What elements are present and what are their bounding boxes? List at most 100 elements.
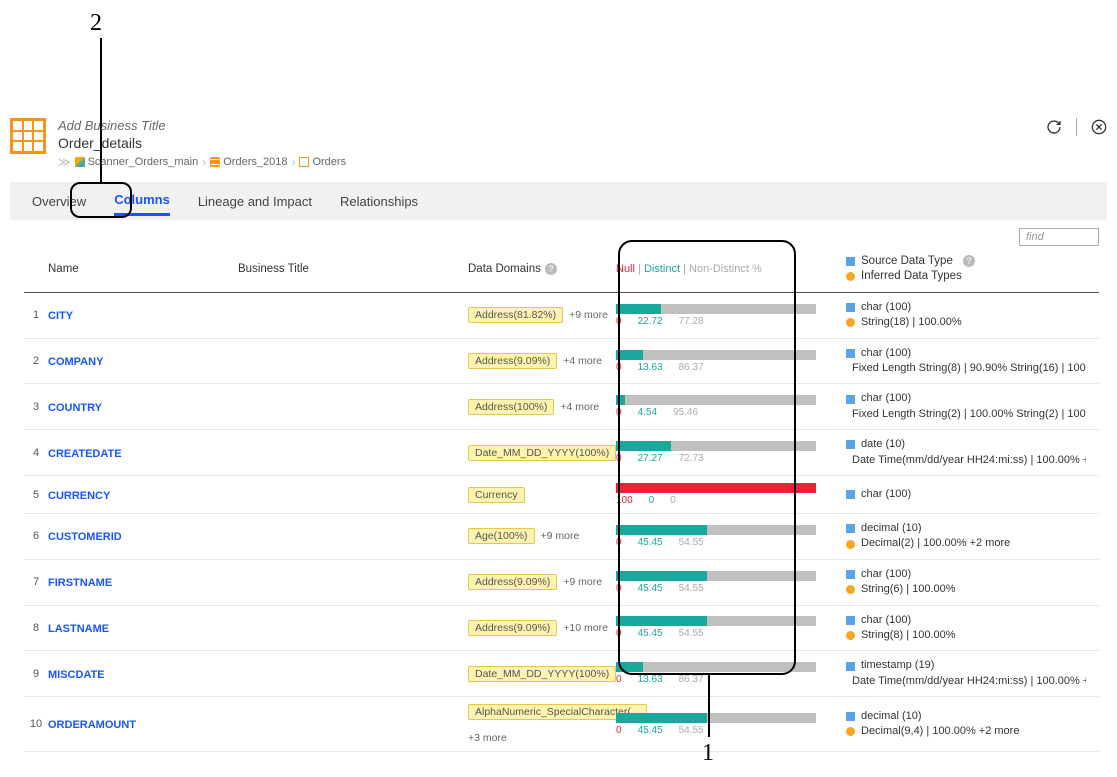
- source-type-value: timestamp (19): [861, 658, 934, 673]
- distinct-value: 45.45: [638, 583, 663, 594]
- column-name-link[interactable]: CUSTOMERID: [48, 531, 122, 543]
- data-domain-more[interactable]: +4 more: [560, 401, 599, 413]
- inferred-type-icon: [846, 631, 855, 640]
- null-value: 0: [616, 362, 622, 373]
- types-cell: char (100) String(6) | 100.00%: [846, 567, 1086, 598]
- col-header-types: Source Data Type? Inferred Data Types: [846, 254, 1086, 284]
- types-cell: date (10) Date Time(mm/dd/year HH24:mi:s…: [846, 437, 1086, 468]
- types-cell: char (100) String(8) | 100.00%: [846, 613, 1086, 644]
- tab-lineage[interactable]: Lineage and Impact: [198, 188, 312, 215]
- data-domain-tag[interactable]: Address(9.09%): [468, 353, 557, 369]
- inferred-type-icon: [846, 540, 855, 549]
- inferred-type-value: Decimal(2) | 100.00% +2 more: [861, 536, 1010, 551]
- close-button[interactable]: [1091, 119, 1107, 135]
- data-domains-cell: AlphaNumeric_SpecialCharacter(... +3 mor…: [468, 704, 616, 744]
- null-value: 0: [616, 453, 622, 464]
- inferred-type-value: String(18) | 100.00%: [861, 315, 962, 330]
- source-type-icon: [846, 440, 855, 449]
- nondistinct-value: 0: [670, 495, 676, 506]
- nondistinct-value: 72.73: [679, 453, 704, 464]
- row-index: 8: [24, 622, 48, 634]
- find-input[interactable]: find: [1019, 228, 1099, 246]
- data-domain-tag[interactable]: Currency: [468, 487, 525, 503]
- source-type-icon: [846, 349, 855, 358]
- data-domain-tag[interactable]: Address(81.82%): [468, 307, 563, 323]
- data-domain-more[interactable]: +9 more: [569, 309, 608, 321]
- source-type-value: decimal (10): [861, 709, 922, 724]
- null-distinct-cell: 0 22.72 77.28: [616, 304, 816, 327]
- source-type-icon: [846, 395, 855, 404]
- breadcrumb-item[interactable]: Scanner_Orders_main: [75, 156, 199, 168]
- data-domains-cell: Date_MM_DD_YYYY(100%): [468, 666, 616, 682]
- null-distinct-bar: [616, 571, 816, 581]
- row-index: 4: [24, 447, 48, 459]
- source-type-icon: [846, 712, 855, 721]
- distinct-value: 22.72: [638, 316, 663, 327]
- inferred-type-value: Fixed Length String(2) | 100.00% String(…: [852, 407, 1086, 422]
- null-distinct-bar: [616, 713, 816, 723]
- tab-columns[interactable]: Columns: [114, 186, 170, 216]
- column-name-link[interactable]: ORDERAMOUNT: [48, 719, 136, 731]
- nondistinct-value: 86.37: [679, 362, 704, 373]
- tab-relationships[interactable]: Relationships: [340, 188, 418, 215]
- data-domains-cell: Address(100%) +4 more: [468, 399, 616, 415]
- inferred-type-icon: [846, 318, 855, 327]
- help-icon[interactable]: ?: [545, 263, 557, 275]
- types-cell: decimal (10) Decimal(9,4) | 100.00% +2 m…: [846, 709, 1086, 740]
- null-distinct-bar: [616, 662, 816, 672]
- source-type-icon: [846, 524, 855, 533]
- nondistinct-value: 54.55: [679, 583, 704, 594]
- null-value: 0: [616, 316, 622, 327]
- column-name-link[interactable]: COUNTRY: [48, 402, 102, 414]
- data-domains-cell: Date_MM_DD_YYYY(100%): [468, 445, 616, 461]
- null-value: 100: [616, 495, 633, 506]
- table-asset-icon: [10, 118, 46, 154]
- help-icon[interactable]: ?: [963, 255, 975, 267]
- null-value: 0: [616, 583, 622, 594]
- data-domain-tag[interactable]: Address(100%): [468, 399, 554, 415]
- business-title-input[interactable]: Add Business Title: [58, 118, 1046, 133]
- data-domain-more[interactable]: +4 more: [563, 355, 602, 367]
- row-index: 9: [24, 668, 48, 680]
- nondistinct-value: 95.46: [673, 407, 698, 418]
- table-row: 9 MISCDATE Date_MM_DD_YYYY(100%) 0 13.63…: [24, 651, 1099, 697]
- data-domain-more[interactable]: +9 more: [563, 576, 602, 588]
- data-domain-more[interactable]: +9 more: [541, 530, 580, 542]
- null-value: 0: [616, 537, 622, 548]
- data-domain-tag[interactable]: Date_MM_DD_YYYY(100%): [468, 666, 616, 682]
- table-row: 1 CITY Address(81.82%) +9 more 0 22.72 7…: [24, 293, 1099, 339]
- data-domain-more[interactable]: +10 more: [563, 622, 608, 634]
- column-name-link[interactable]: CREATEDATE: [48, 448, 122, 460]
- column-name-link[interactable]: LASTNAME: [48, 623, 109, 635]
- data-domain-more[interactable]: +3 more: [468, 732, 507, 744]
- source-type-icon: [846, 490, 855, 499]
- data-domain-tag[interactable]: Date_MM_DD_YYYY(100%): [468, 445, 616, 461]
- refresh-button[interactable]: [1046, 119, 1062, 135]
- callout-label-2: 2: [90, 10, 102, 37]
- null-distinct-bar: [616, 441, 816, 451]
- row-index: 1: [24, 309, 48, 321]
- source-type-icon: [846, 570, 855, 579]
- column-name-link[interactable]: CITY: [48, 310, 73, 322]
- column-name-link[interactable]: MISCDATE: [48, 669, 105, 681]
- source-type-value: char (100): [861, 567, 911, 582]
- null-distinct-cell: 0 4.54 95.46: [616, 395, 816, 418]
- source-type-value: char (100): [861, 300, 911, 315]
- null-distinct-bar: [616, 304, 816, 314]
- null-distinct-cell: 0 45.45 54.55: [616, 571, 816, 594]
- column-name-link[interactable]: FIRSTNAME: [48, 577, 112, 589]
- row-index: 5: [24, 489, 48, 501]
- breadcrumb-item[interactable]: Orders_2018: [210, 156, 287, 168]
- data-domains-cell: Address(9.09%) +9 more: [468, 574, 616, 590]
- breadcrumb-item[interactable]: Orders: [299, 156, 346, 168]
- data-domain-tag[interactable]: Address(9.09%): [468, 574, 557, 590]
- col-header-data-domains: Data Domains?: [468, 263, 616, 275]
- data-domain-tag[interactable]: Address(9.09%): [468, 620, 557, 636]
- nondistinct-value: 54.55: [679, 537, 704, 548]
- column-name-link[interactable]: COMPANY: [48, 356, 103, 368]
- types-cell: decimal (10) Decimal(2) | 100.00% +2 mor…: [846, 521, 1086, 552]
- column-name-link[interactable]: CURRENCY: [48, 490, 110, 502]
- data-domain-tag[interactable]: Age(100%): [468, 528, 535, 544]
- data-domains-cell: Currency: [468, 487, 616, 503]
- tab-overview[interactable]: Overview: [32, 188, 86, 215]
